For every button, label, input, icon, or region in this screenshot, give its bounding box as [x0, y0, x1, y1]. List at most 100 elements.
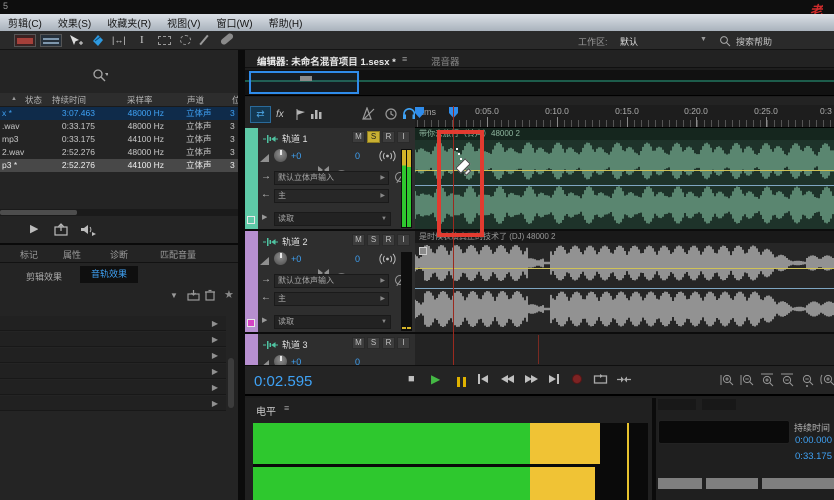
volume-knob[interactable] — [274, 355, 287, 365]
fx-preset-dropdown-icon[interactable]: ▼ — [170, 291, 178, 300]
pause-button[interactable] — [457, 374, 466, 390]
search-icon[interactable] — [719, 35, 731, 47]
track2-color-strip[interactable] — [245, 231, 258, 332]
fx-slot-arrow-icon[interactable]: ▶ — [212, 351, 218, 360]
search-help-label[interactable]: 搜索帮助 — [736, 35, 772, 48]
scrollbar-handle[interactable] — [0, 210, 77, 215]
panel-menu-icon[interactable]: ≡ — [402, 54, 407, 64]
go-to-end-button[interactable] — [549, 371, 559, 387]
track-output-select[interactable]: 主▶ — [274, 292, 389, 306]
selection-duration-value[interactable]: 0:00.000 — [792, 435, 832, 446]
tab-properties[interactable]: 属性 — [63, 248, 81, 261]
fx-slot[interactable]: ▶ — [0, 380, 226, 395]
input-monitor-button[interactable]: I — [397, 337, 410, 349]
solo-button[interactable]: S — [367, 131, 380, 143]
mute-button[interactable]: M — [352, 234, 365, 246]
fx-slot[interactable]: ▶ — [0, 316, 226, 331]
zoom-out-full-button[interactable] — [800, 373, 815, 388]
fx-vscrollbar[interactable] — [228, 358, 234, 408]
track3-lane[interactable] — [415, 334, 834, 365]
fx-slot[interactable]: ▶ — [0, 348, 226, 363]
track1-color-strip[interactable] — [245, 128, 258, 229]
go-to-start-button[interactable] — [478, 371, 488, 387]
input-monitor-button[interactable]: I — [397, 234, 410, 246]
time-display-settings-icon[interactable] — [384, 107, 398, 121]
automation-mode-select[interactable]: 读取▼ — [274, 315, 391, 329]
files-hscrollbar[interactable] — [0, 209, 238, 216]
track1-clip-chip[interactable] — [247, 216, 255, 224]
pan-value[interactable]: 0 — [355, 357, 360, 365]
zoom-in-point-button[interactable] — [760, 373, 775, 388]
slip-tool[interactable]: |↔| — [112, 35, 126, 45]
input-monitor-button[interactable]: I — [397, 131, 410, 143]
skip-selection-button[interactable] — [616, 373, 632, 386]
panel-divider[interactable] — [238, 50, 245, 500]
volume-knob[interactable] — [274, 252, 287, 265]
stop-button[interactable]: ■ — [408, 373, 415, 385]
levels-menu-icon[interactable]: ≡ — [284, 403, 289, 413]
navigator-grip[interactable] — [300, 76, 312, 81]
files-autoplay-button[interactable] — [54, 223, 69, 236]
tab-clip-effects[interactable]: 剪辑效果 — [26, 270, 62, 283]
col-channels[interactable]: 声道 — [187, 94, 204, 106]
volume-value[interactable]: +0 — [291, 254, 301, 264]
workspace-value[interactable]: 默认 — [620, 35, 638, 48]
file-row[interactable]: mp30:33.17544100 Hz立体声3 — [0, 133, 238, 146]
volume-value[interactable]: +0 — [291, 151, 301, 161]
volume-knob[interactable] — [274, 149, 287, 162]
tab-match-volume[interactable]: 匹配音量 — [160, 248, 196, 261]
menu-window[interactable]: 窗口(W) — [216, 15, 252, 30]
file-row[interactable]: .wav0:33.17548000 Hz立体声3 — [0, 120, 238, 133]
track-name[interactable]: 轨道 1 — [282, 132, 308, 145]
file-row[interactable]: x *3:07.46348000 Hz立体声3 — [0, 107, 238, 120]
mute-button[interactable]: M — [352, 131, 365, 143]
zoom-navigator[interactable] — [245, 70, 834, 96]
waveform-view-button[interactable] — [14, 34, 36, 47]
tab-diagnostics[interactable]: 诊断 — [110, 248, 128, 261]
marquee-tool[interactable] — [158, 36, 171, 45]
pan-value[interactable]: 0 — [355, 151, 360, 161]
fx-slot-arrow-icon[interactable]: ▶ — [212, 399, 218, 408]
time-display[interactable]: 0:02.595 — [254, 373, 312, 390]
volume-value[interactable]: +0 — [291, 357, 301, 365]
fx-favorite-star-icon[interactable]: ★ — [224, 288, 234, 301]
razor-mode-icon[interactable] — [295, 108, 307, 121]
files-search-icon[interactable] — [92, 68, 108, 83]
record-button[interactable] — [572, 374, 582, 384]
fx-slot-arrow-icon[interactable]: ▶ — [212, 319, 218, 328]
arm-record-button[interactable]: R — [382, 234, 395, 246]
monitor-input-icon[interactable] — [379, 253, 396, 265]
spot-healing-tool[interactable] — [220, 32, 235, 46]
razor-tool[interactable] — [90, 34, 106, 47]
automation-expand-icon[interactable]: ▶ — [262, 213, 267, 221]
fast-forward-button[interactable] — [525, 371, 538, 387]
tab-track-effects[interactable]: 音轨效果 — [80, 266, 138, 283]
files-play-button[interactable]: ▶ — [30, 222, 38, 235]
automation-expand-icon[interactable]: ▶ — [262, 316, 267, 324]
menu-view[interactable]: 视图(V) — [167, 15, 200, 30]
menu-favorites[interactable]: 收藏夹(R) — [107, 15, 151, 30]
fx-slot[interactable]: ▶ — [0, 396, 226, 411]
track-name[interactable]: 轨道 3 — [282, 338, 308, 351]
solo-button[interactable]: S — [367, 234, 380, 246]
tab-markers[interactable]: 标记 — [20, 248, 38, 261]
track-output-select[interactable]: 主▶ — [274, 189, 389, 203]
time-fields-box[interactable] — [658, 420, 790, 444]
track-input-select[interactable]: 默认立体声输入▶ — [274, 274, 389, 288]
track-name[interactable]: 轨道 2 — [282, 235, 308, 248]
zoom-selection-button[interactable] — [820, 373, 834, 388]
workspace-dropdown-icon[interactable]: ▼ — [700, 36, 707, 43]
mute-button[interactable]: M — [352, 337, 365, 349]
view-duration-value[interactable]: 0:33.175 — [792, 451, 832, 462]
track-input-select[interactable]: 默认立体声输入▶ — [274, 171, 389, 185]
timeline-ruler[interactable]: hms 0:05.0 0:10.0 0:15.0 0:20.0 0:25.0 0… — [415, 105, 834, 128]
automation-mode-select[interactable]: 读取▼ — [274, 212, 391, 226]
move-mode-button[interactable]: ⇄ — [250, 106, 271, 123]
files-loop-volume-button[interactable] — [80, 223, 96, 236]
col-status[interactable]: 状态 — [25, 94, 42, 106]
pan-value[interactable]: 0 — [355, 254, 360, 264]
fx-delete-icon[interactable] — [204, 289, 216, 301]
metronome-icon[interactable] — [362, 107, 376, 121]
fx-slot-arrow-icon[interactable]: ▶ — [212, 335, 218, 344]
meters-mode-icon[interactable] — [310, 108, 324, 120]
